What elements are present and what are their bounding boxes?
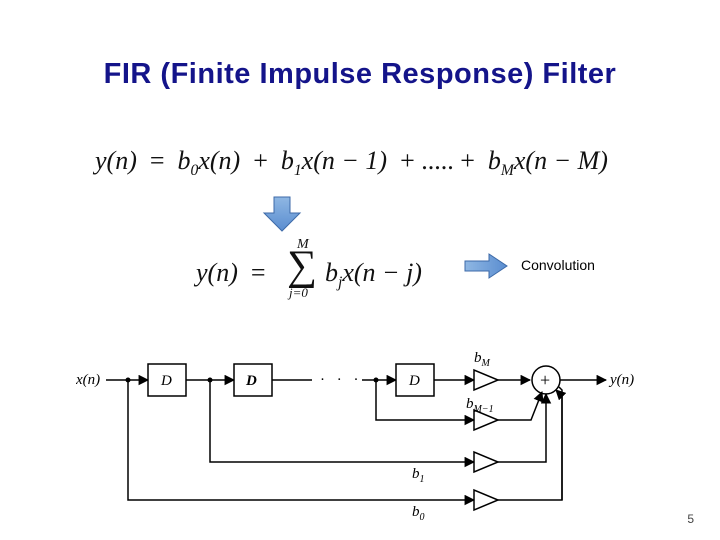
eq2-eq: =	[244, 258, 272, 287]
sigma-bot: j=0	[289, 285, 308, 301]
eq1-xM: x(n − M)	[514, 146, 608, 175]
eq1-subM: M	[501, 162, 514, 179]
down-arrow-icon	[260, 195, 304, 233]
page-title: FIR (Finite Impulse Response) Filter	[0, 58, 720, 91]
eq1-eq: =	[143, 146, 171, 175]
eq1-plus1: +	[247, 146, 275, 175]
equation-summation-body: bjx(n − j)	[325, 258, 422, 292]
page-number: 5	[687, 512, 694, 526]
eq1-sub1: 1	[294, 162, 302, 179]
diagram-adder: +	[540, 370, 550, 390]
eq1-dots: + ..... +	[394, 146, 482, 175]
sigma-icon: M ∑ j=0	[287, 245, 317, 287]
diagram-delay-1: D	[160, 373, 172, 389]
eq1-x1: x(n − 1)	[302, 146, 387, 175]
eq1-b0: b	[178, 146, 191, 175]
equation-summation-lhs: y(n) =	[196, 258, 272, 288]
convolution-label: Convolution	[521, 257, 595, 273]
diagram-delay-M: D	[408, 373, 420, 389]
eq1-b1: b	[281, 146, 294, 175]
fir-block-diagram: .bx { fill:#fff; stroke:#000; stroke-wid…	[76, 350, 644, 505]
diagram-input-label: x(n)	[76, 372, 100, 388]
eq1-bM: b	[488, 146, 501, 175]
eq2-b: b	[325, 258, 338, 287]
diagram-gain-bM1: bM−1	[466, 396, 494, 415]
eq1-x0: x(n)	[198, 146, 240, 175]
equation-expanded: y(n) = b0x(n) + b1x(n − 1) + ..... + bMx…	[95, 146, 608, 180]
eq2-rest: x(n − j)	[342, 258, 422, 287]
sigma-top: M	[297, 237, 309, 253]
diagram-gain-bM: bM	[474, 350, 491, 369]
diagram-delay-2: D	[245, 373, 257, 389]
eq2-lhs: y(n)	[196, 258, 238, 287]
right-arrow-icon	[463, 252, 509, 280]
eq1-lhs: y(n)	[95, 146, 137, 175]
diagram-dots: · · ·	[320, 372, 363, 388]
diagram-output-label: y(n)	[608, 372, 634, 388]
diagram-gain-b0: b0	[412, 504, 425, 520]
diagram-gain-b1: b1	[412, 466, 425, 485]
